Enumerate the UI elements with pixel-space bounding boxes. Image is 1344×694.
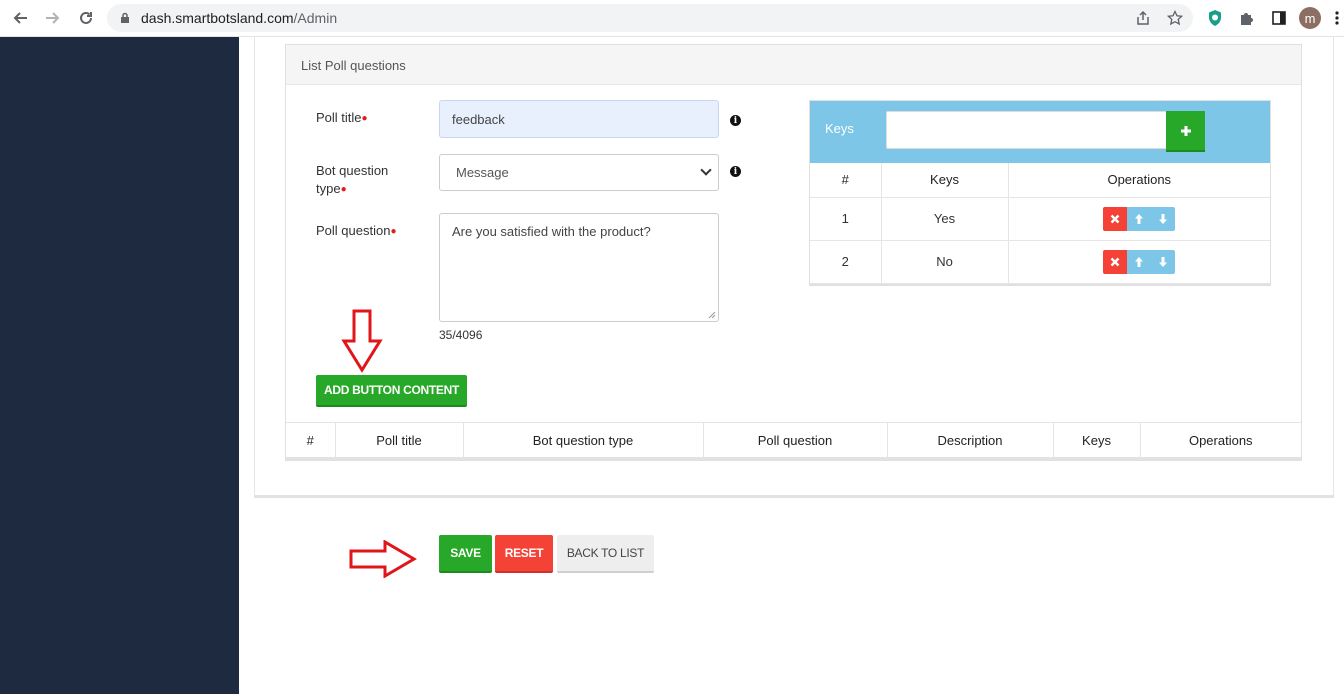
url-text: dash.smartbotsland.com/Admin [141,10,337,26]
keys-table: # Keys Operations 1 Yes 2 No [810,163,1270,284]
url-path: /Admin [293,10,338,26]
bot-question-type-label-line2: type [316,181,341,196]
key-row-number: 1 [810,197,882,241]
arrow-down-icon [1159,213,1168,224]
save-button[interactable]: SAVE [439,535,492,573]
keys-header: Keys [810,101,1270,163]
reset-button[interactable]: RESET [495,535,553,573]
key-row-value: Yes [881,197,1009,241]
poll-col-operations: Operations [1188,432,1253,448]
bot-question-type-label-line1: Bot question [316,163,389,178]
url-host: dash.smartbotsland.com [141,10,294,26]
poll-question-label-text: Poll question [316,223,391,238]
profile-avatar[interactable]: m [1299,7,1321,29]
delete-key-button[interactable] [1103,206,1128,231]
key-row-operations [1008,197,1270,241]
required-mark: ● [340,184,347,195]
plus-icon [1180,125,1191,136]
poll-question-label: Poll question● [316,222,397,241]
close-icon [1110,214,1120,223]
poll-question-value: Are you satisfied with the product? [452,224,651,239]
key-row-value: No [881,240,1009,284]
info-icon[interactable]: i [730,166,741,177]
move-up-button[interactable] [1127,206,1152,231]
required-mark: ● [361,113,368,124]
close-icon [1110,257,1120,266]
arrow-up-icon [1135,256,1144,267]
panel-title: List Poll questions [286,45,1301,85]
back-arrow-icon[interactable] [9,7,31,29]
keys-col-number: # [810,163,882,198]
address-bar[interactable]: dash.smartbotsland.com/Admin [107,4,1193,32]
table-row: 1 Yes [810,197,1270,241]
poll-col-description: Description [887,422,1054,459]
poll-question-textarea[interactable]: Are you satisfied with the product? [439,213,719,322]
poll-title-label: Poll title● [316,109,368,128]
reload-icon[interactable] [75,7,97,29]
keys-input[interactable] [886,111,1168,149]
browser-toolbar: dash.smartbotsland.com/Admin m [0,0,1344,37]
add-button-content-button[interactable]: ADD BUTTON CONTENT [316,375,467,407]
poll-col-title: Poll title [335,422,464,459]
menu-kebab-icon[interactable] [1330,8,1344,28]
delete-key-button[interactable] [1103,249,1128,274]
bot-question-type-label: Bot question type● [316,162,388,199]
sidebar [0,37,239,694]
required-mark: ● [390,226,397,237]
table-row: 2 No [810,240,1270,284]
annotation-down-arrow-icon [341,309,383,373]
keys-table-header: # Keys Operations [810,163,1270,198]
poll-title-input[interactable]: feedback [439,100,719,138]
add-key-button[interactable] [1166,111,1205,152]
share-icon[interactable] [1133,8,1153,28]
poll-col-bot-question-type: Bot question type [463,422,704,459]
poll-col-number: # [286,422,336,459]
poll-table-header: # Poll title Bot question type Poll ques… [286,422,1301,459]
arrow-down-icon [1159,256,1168,267]
extension-shield-icon[interactable] [1205,8,1225,28]
poll-col-poll-question: Poll question [703,422,888,459]
lock-icon [121,12,129,23]
side-panel-icon[interactable] [1269,8,1289,28]
bot-question-type-value: Message [456,165,509,180]
keys-col-keys: Keys [881,163,1009,198]
bot-question-type-select[interactable]: Message [439,154,719,191]
forward-arrow-icon[interactable] [42,7,64,29]
poll-col-keys: Keys [1053,422,1141,459]
character-counter: 35/4096 [439,328,483,342]
annotation-right-arrow-icon [349,540,417,578]
poll-title-label-text: Poll title [316,110,362,125]
chevron-down-icon [700,164,712,176]
move-up-button[interactable] [1127,249,1152,274]
info-icon[interactable]: i [730,115,741,126]
bookmark-star-icon[interactable] [1165,8,1185,28]
arrow-up-icon [1135,213,1144,224]
keys-label: Keys [825,121,854,136]
key-row-operations [1008,240,1270,284]
keys-col-operations: Operations [1008,163,1270,198]
key-row-number: 2 [810,240,882,284]
poll-questions-table: # Poll title Bot question type Poll ques… [286,422,1301,460]
keys-panel: Keys # Keys Operations 1 Yes 2 No [809,100,1271,286]
extensions-puzzle-icon[interactable] [1237,8,1257,28]
back-to-list-button[interactable]: BACK TO LIST [557,535,654,573]
move-down-button[interactable] [1151,206,1176,231]
move-down-button[interactable] [1151,249,1176,274]
resize-handle-icon[interactable] [708,311,716,319]
